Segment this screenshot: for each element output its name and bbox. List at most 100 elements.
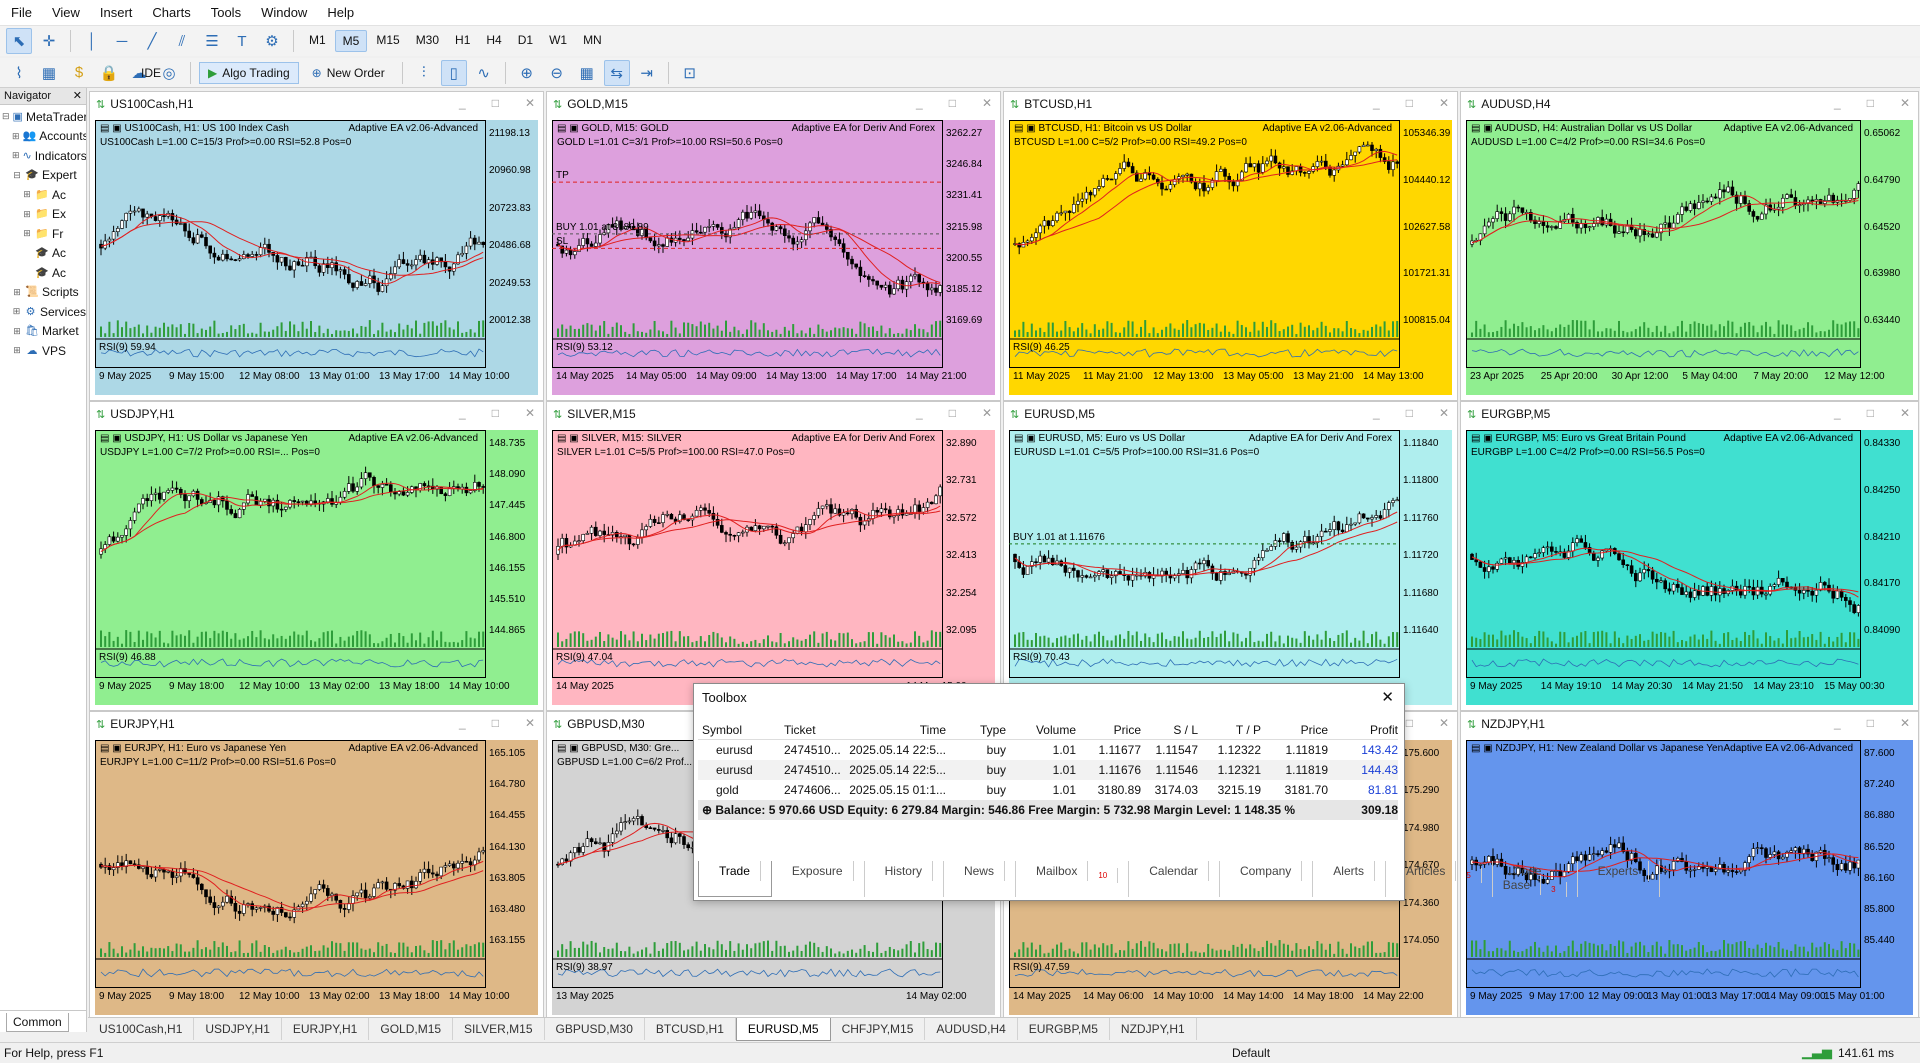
table-row[interactable]: eurusd 2474510... 2025.05.14 22:5... buy 1.0… [698,740,1398,760]
expert-advisor-label[interactable]: Adaptive EA for Deriv And Forex [1249,433,1392,444]
timeframe-m1[interactable]: M1 [302,30,333,52]
minimize-icon[interactable]: _ [1373,406,1380,420]
ide-button[interactable]: IDE [132,62,170,84]
navigator-item[interactable]: ⊟ ▣ MetaTrader [0,107,86,127]
menu-charts[interactable]: Charts [145,5,203,20]
menu-file[interactable]: File [4,5,45,20]
toolbox-tab-company[interactable]: Company [1220,860,1314,897]
timeframe-m5[interactable]: M5 [334,30,368,52]
toolbox-tab-experts[interactable]: Experts [1578,860,1661,897]
channel-icon[interactable]: ⫽ [169,28,195,54]
maximize-icon[interactable]: □ [1867,406,1874,420]
indicators-icon[interactable]: ▦ [36,60,62,86]
chart-canvas[interactable]: ▤ ▣ US100Cash, H1: US 100 Index Cash Adap… [95,120,538,395]
maximize-icon[interactable]: □ [1406,406,1413,420]
toolbox-tab-articles[interactable]: Articles 5 [1386,860,1493,897]
expand-icon[interactable]: ⊞ [12,131,20,142]
timeframe-d1[interactable]: D1 [511,30,540,52]
tile-icon[interactable]: ▦ [574,60,600,86]
chart-canvas[interactable]: ▤ ▣ BTCUSD, H1: Bitcoin vs US Dollar Adap… [1009,120,1452,395]
close-icon[interactable]: ✕ [1900,406,1910,420]
expand-icon[interactable]: ⊞ [12,287,22,298]
expert-advisor-label[interactable]: Adaptive EA v2.06-Advanced [1723,433,1853,444]
close-icon[interactable]: ✕ [1439,406,1449,420]
navigator-item[interactable]: ⊞ 📁 Fr [0,224,86,244]
chart-tab[interactable]: BTCUSD,H1 [645,1018,736,1040]
close-icon[interactable]: ✕ [1381,688,1394,706]
chart-window-us100[interactable]: ⇅ US100Cash,H1 _ □ ✕ ▤ ▣ US100Cash, H1: US 10… [89,91,544,401]
fibonacci-icon[interactable]: ☰ [199,28,225,54]
chart-window-jpy[interactable]: ⇅ USDJPY,H1 _ □ ✕ ▤ ▣ USDJPY, H1: US Dollar v… [89,401,544,711]
chart-window-aud[interactable]: ⇅ AUDUSD,H4 _ □ ✕ ▤ ▣ AUDUSD, H4: Australian … [1460,91,1919,401]
close-icon[interactable]: ✕ [982,96,992,110]
expand-icon[interactable]: ⊞ [22,189,32,200]
chart-tab[interactable]: SILVER,M15 [453,1018,545,1040]
close-icon[interactable]: ✕ [1439,716,1449,730]
expert-advisor-label[interactable]: Adaptive EA v2.06-Advanced [1262,123,1392,134]
minimize-icon[interactable]: _ [459,96,466,110]
crosshair-icon[interactable]: ✛ [36,28,62,54]
screenshot-icon[interactable]: ⊡ [677,60,703,86]
timeframe-mn[interactable]: MN [576,30,609,52]
shift-icon[interactable]: ⇥ [634,60,660,86]
minimize-icon[interactable]: _ [1373,96,1380,110]
chart-window-gold[interactable]: ⇅ GOLD,M15 _ □ ✕ ▤ ▣ GOLD, M15: GOLD Adaptive … [546,91,1001,401]
toolbox-tab-calendar[interactable]: Calendar [1129,860,1220,897]
chart-tab[interactable]: EURUSD,M5 [735,1018,831,1041]
expand-icon[interactable]: ⊞ [12,326,22,337]
chart-canvas[interactable]: ▤ ▣ USDJPY, H1: US Dollar vs Japanese Ye… [95,430,538,705]
navigator-item[interactable]: ⊞ 📁 Ac [0,185,86,205]
timeframe-m30[interactable]: M30 [409,30,446,52]
chart-tab[interactable]: GOLD,M15 [369,1018,454,1040]
column-header[interactable]: Symbol [698,723,784,737]
close-icon[interactable]: ✕ [525,716,535,730]
chart-tab[interactable]: NZDJPY,H1 [1110,1018,1197,1040]
expand-icon[interactable]: ⊕ [702,803,715,817]
table-row[interactable]: eurusd 2474510... 2025.05.14 22:5... buy 1.0… [698,760,1398,780]
cursor-icon[interactable]: ⬉ [6,28,32,54]
expand-icon[interactable]: ⊞ [12,306,21,317]
chart-window-silver[interactable]: ⇅ SILVER,M15 _ □ ✕ ▤ ▣ SILVER, M15: SILVER Ada… [546,401,1001,711]
maximize-icon[interactable]: □ [492,96,499,110]
navigator-item[interactable]: ⊞ 📜 Scripts [0,283,86,303]
minimize-icon[interactable]: _ [459,716,466,730]
close-icon[interactable]: ✕ [1900,96,1910,110]
expand-icon[interactable]: ⊞ [22,228,32,239]
minimize-icon[interactable]: _ [1834,96,1841,110]
minimize-icon[interactable]: _ [916,96,923,110]
toolbox-tab-mailbox[interactable]: Mailbox 10 [1016,860,1130,897]
toolbox-tab-exposure[interactable]: Exposure [772,860,865,897]
chart-window-btc[interactable]: ⇅ BTCUSD,H1 _ □ ✕ ▤ ▣ BTCUSD, H1: Bitcoin vs … [1003,91,1458,401]
chart-canvas[interactable]: ▤ ▣ EURUSD, M5: Euro vs US Dollar Adaptiv… [1009,430,1452,705]
trendline-icon[interactable]: ╱ [139,28,165,54]
chart-window-eur[interactable]: ⇅ EURUSD,M5 _ □ ✕ ▤ ▣ EURUSD, M5: Euro vs US … [1003,401,1458,711]
close-icon[interactable]: ✕ [525,96,535,110]
horizontal-line-icon[interactable]: ─ [109,28,135,54]
navigator-item[interactable]: ⊟ 🎓 Expert [0,166,86,186]
expand-icon[interactable]: ⊞ [12,150,20,161]
chart-tab[interactable]: CHFJPY,M15 [831,1018,926,1040]
candles-icon[interactable]: ▯ [440,59,467,86]
navigator-item[interactable]: ⊞ ∿ Indicators [0,146,86,166]
zoom-out-icon[interactable]: ⊖ [544,60,570,86]
column-header[interactable]: Time [846,723,946,737]
expand-icon[interactable]: ⊟ [2,111,10,122]
navigator-item[interactable]: ⊞ 👥 Accounts [0,127,86,147]
navigator-item[interactable]: ⊞ 📁 Ex [0,205,86,225]
column-header[interactable]: Volume [1006,723,1076,737]
expert-advisor-label[interactable]: Adaptive EA v2.06-Advanced [348,433,478,444]
minimize-icon[interactable]: _ [1834,406,1841,420]
line-chart-icon[interactable]: ∿ [471,60,497,86]
maximize-icon[interactable]: □ [492,716,499,730]
timeframe-w1[interactable]: W1 [542,30,574,52]
table-row[interactable]: gold 2474606... 2025.05.15 01:1... buy 1.01 3… [698,780,1398,800]
expert-advisor-label[interactable]: Adaptive EA v2.06-Advanced [1723,743,1853,754]
expert-advisor-label[interactable]: Adaptive EA v2.06-Advanced [1723,123,1853,134]
chart-canvas[interactable]: ▤ ▣ SILVER, M15: SILVER Adaptive EA for D… [552,430,995,705]
bar-chart-icon[interactable]: ⫶ [411,60,437,86]
navigator-item[interactable]: 🎓 Ac [0,244,86,264]
toolbox-tab-alerts[interactable]: Alerts [1313,860,1386,897]
chart-canvas[interactable]: ▤ ▣ GOLD, M15: GOLD Adaptive EA for Deriv… [552,120,995,395]
column-header[interactable]: Profit [1328,723,1398,737]
text-icon[interactable]: T [229,28,255,54]
